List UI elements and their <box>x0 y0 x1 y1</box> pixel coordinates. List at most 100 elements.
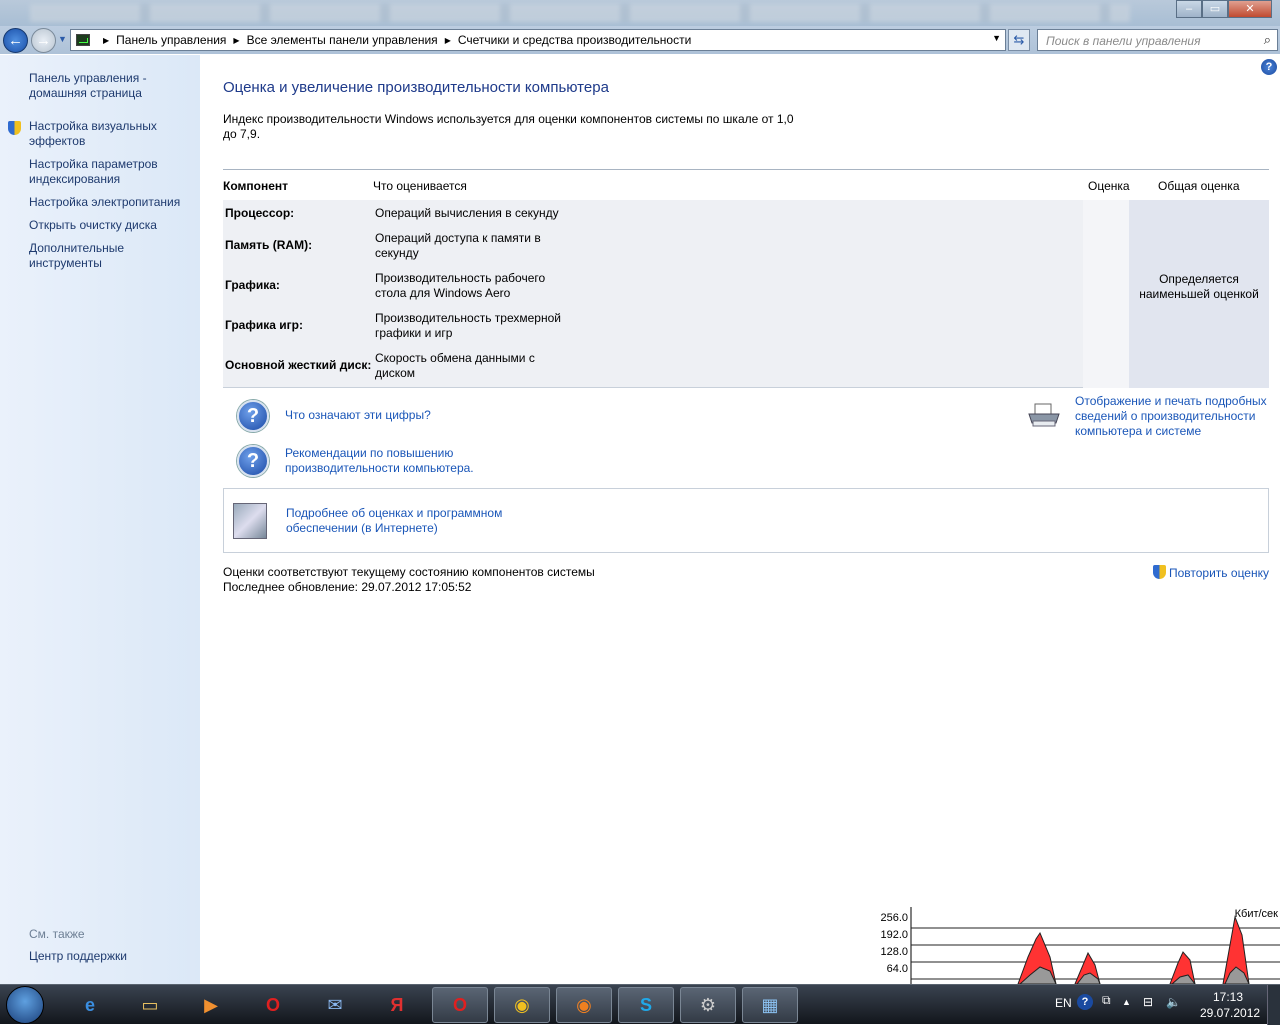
sidebar-link-home[interactable]: Панель управления - домашняя страница <box>29 71 194 101</box>
header-score: Оценка <box>1088 179 1130 193</box>
firefox-icon[interactable]: ◉ <box>556 987 612 1023</box>
sidebar-link-advanced-tools[interactable]: Дополнительные инструменты <box>29 241 149 271</box>
question-icon: ? <box>237 400 269 432</box>
chevron-right-icon[interactable]: ▶ <box>103 36 109 45</box>
component-name: Графика игр: <box>225 318 303 332</box>
component-desc: Скорость обмена данными с диском <box>375 351 535 380</box>
sidebar-link-action-center[interactable]: Центр поддержки <box>29 949 194 964</box>
network-traffic-widget: 256.0 192.0 128.0 64.0 Кбит/сек <box>880 907 1280 984</box>
sidebar-link-visual-effects[interactable]: Настройка визуальных эффектов <box>29 119 194 149</box>
component-name: Основной жесткий диск: <box>225 358 372 372</box>
performance-window-icon[interactable]: ▦ <box>742 987 798 1023</box>
maximize-button[interactable]: ▭ <box>1202 0 1228 18</box>
address-bar[interactable]: ▶ Панель управления ▶ Все элементы панел… <box>70 29 1006 51</box>
tick-label: 192.0 <box>880 929 908 941</box>
breadcrumb-all-items[interactable]: Все элементы панели управления <box>247 33 438 47</box>
rerun-label[interactable]: Повторить оценку <box>1169 566 1269 580</box>
sidebar-link-indexing[interactable]: Настройка параметров индексирования <box>29 157 194 187</box>
intro-text: Индекс производительности Windows исполь… <box>223 112 794 141</box>
content-pane: ? Оценка и увеличение производительности… <box>200 55 1280 984</box>
taskbar: e ▭ ▶ O ✉ Я O ◉ ◉ S ⚙ ▦ EN ? ⧉ ▲ ⊟ 🔈 17:… <box>0 984 1280 1025</box>
component-desc: Операций доступа к памяти в секунду <box>375 231 541 260</box>
table-header: Компонент Что оценивается Оценка Общая о… <box>223 170 1269 200</box>
tick-label: 64.0 <box>887 963 908 975</box>
sidebar-link-power[interactable]: Настройка электропитания <box>29 195 194 210</box>
traffic-peaks <box>1017 915 1250 984</box>
overall-score: Определяется наименьшей оценкой <box>1129 200 1269 388</box>
header-what: Что оценивается <box>373 179 467 193</box>
breadcrumb-control-panel[interactable]: Панель управления <box>116 33 226 47</box>
skype-icon[interactable]: S <box>618 987 674 1023</box>
status-line: Оценки соответствуют текущему состоянию … <box>223 565 595 579</box>
link-more-info-online[interactable]: Подробнее об оценках и программном обесп… <box>286 506 521 536</box>
component-desc: Операций вычисления в секунду <box>375 206 559 220</box>
uac-shield-icon <box>8 121 21 135</box>
component-name: Процессор: <box>225 206 295 220</box>
score-table: Компонент Что оценивается Оценка Общая о… <box>223 169 1269 388</box>
internet-explorer-icon[interactable]: e <box>62 987 118 1023</box>
media-player-icon[interactable]: ▶ <box>183 987 239 1023</box>
minimize-button[interactable]: ‒ <box>1176 0 1202 18</box>
chevron-down-icon[interactable]: ▼ <box>992 33 1001 43</box>
tick-label: 128.0 <box>880 946 908 958</box>
sidebar: Панель управления - домашняя страница На… <box>0 55 200 984</box>
question-icon: ? <box>237 445 269 477</box>
software-box-icon <box>233 503 267 539</box>
component-desc: Производительность трехмерной графики и … <box>375 311 561 340</box>
steam-icon[interactable]: ⚙ <box>680 987 736 1023</box>
table-body: Определяется наименьшей оценкой Процессо… <box>223 200 1269 388</box>
unit-label: Кбит/сек <box>1235 908 1279 920</box>
header-overall: Общая оценка <box>1158 179 1240 193</box>
search-input[interactable]: Поиск в панели управления ⌕ <box>1037 29 1278 51</box>
link-performance-tips[interactable]: Рекомендации по повышению производительн… <box>285 446 485 476</box>
show-hidden-icons[interactable]: ▲ <box>1122 997 1131 1007</box>
refresh-button[interactable]: ⇆ <box>1008 29 1030 51</box>
component-name: Память (RAM): <box>225 238 313 252</box>
history-dropdown-icon[interactable]: ▼ <box>58 34 67 44</box>
more-info-box: Подробнее об оценках и программном обесп… <box>223 488 1269 553</box>
component-name: Графика: <box>225 278 280 292</box>
language-bar-icon[interactable]: ⧉ <box>1102 993 1111 1008</box>
close-button[interactable]: ✕ <box>1228 0 1272 18</box>
forward-button[interactable]: → <box>31 28 56 53</box>
sidebar-link-disk-cleanup[interactable]: Открыть очистку диска <box>29 218 194 233</box>
clock-time[interactable]: 17:13 <box>1213 990 1243 1004</box>
show-desktop-button[interactable] <box>1267 985 1280 1025</box>
blurred-background <box>30 4 1130 22</box>
search-placeholder: Поиск в панели управления <box>1046 34 1201 48</box>
help-icon[interactable]: ? <box>1261 59 1277 75</box>
clock-date[interactable]: 29.07.2012 <box>1200 1006 1260 1020</box>
tick-label: 256.0 <box>880 912 908 924</box>
chrome-icon[interactable]: ◉ <box>494 987 550 1023</box>
printer-icon <box>1028 403 1060 427</box>
uac-shield-icon <box>1152 565 1166 579</box>
network-icon[interactable]: ⊟ <box>1143 995 1153 1009</box>
language-indicator[interactable]: EN <box>1055 996 1072 1010</box>
folder-icon[interactable]: ▭ <box>122 987 178 1023</box>
last-update: Последнее обновление: 29.07.2012 17:05:5… <box>223 580 472 594</box>
link-what-numbers-mean[interactable]: Что означают эти цифры? <box>285 408 431 423</box>
status-text: Оценки соответствуют текущему состоянию … <box>223 565 595 595</box>
breadcrumb-performance[interactable]: Счетчики и средства производительности <box>458 33 691 47</box>
performance-monitor-icon <box>76 34 90 46</box>
chevron-right-icon[interactable]: ▶ <box>233 36 239 45</box>
header-component: Компонент <box>223 179 288 193</box>
opera-icon[interactable]: O <box>245 987 301 1023</box>
score-column <box>1083 200 1129 388</box>
link-print-details[interactable]: Отображение и печать подробных сведений … <box>1075 394 1270 439</box>
start-button[interactable] <box>6 986 44 1024</box>
rerun-assessment-link[interactable]: Повторить оценку <box>1152 565 1269 580</box>
chevron-right-icon[interactable]: ▶ <box>445 36 451 45</box>
opera-window-icon[interactable]: O <box>432 987 488 1023</box>
search-icon[interactable]: ⌕ <box>1264 32 1271 48</box>
navigation-bar: ← → ▼ ▶ Панель управления ▶ Все элементы… <box>0 26 1280 54</box>
page-title: Оценка и увеличение производительности к… <box>223 79 609 96</box>
component-desc: Производительность рабочего стола для Wi… <box>375 271 546 300</box>
see-also-label: См. также <box>29 927 85 941</box>
title-bar: ‒ ▭ ✕ <box>0 0 1280 26</box>
yandex-icon[interactable]: Я <box>369 987 425 1023</box>
back-button[interactable]: ← <box>3 28 28 53</box>
volume-icon[interactable]: 🔈 <box>1166 995 1181 1009</box>
mail-icon[interactable]: ✉ <box>307 987 363 1023</box>
help-tray-icon[interactable]: ? <box>1077 994 1093 1010</box>
